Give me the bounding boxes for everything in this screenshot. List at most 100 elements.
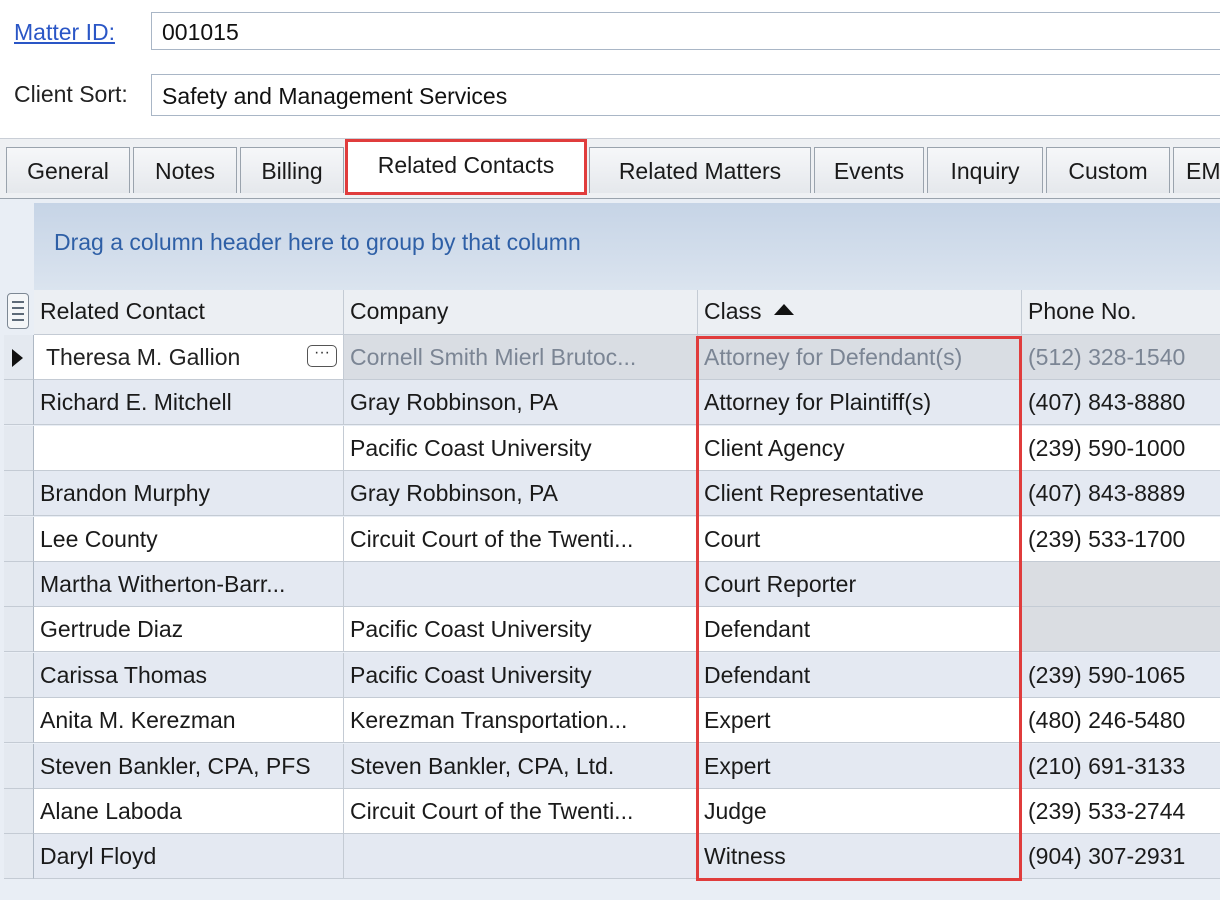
- cell-class[interactable]: Client Representative: [698, 471, 1022, 517]
- cell-phone[interactable]: (239) 590-1065: [1022, 652, 1220, 698]
- tab-billing[interactable]: Billing: [240, 147, 344, 193]
- cell-related-contact[interactable]: Alane Laboda: [34, 789, 344, 834]
- row-indicator[interactable]: [4, 380, 34, 426]
- table-row[interactable]: Steven Bankler, CPA, PFS Steven Bankler, …: [0, 743, 1220, 789]
- table-row[interactable]: Pacific Coast University Client Agency (23…: [0, 425, 1220, 471]
- cell-related-contact[interactable]: Anita M. Kerezman: [34, 698, 344, 744]
- cell-company[interactable]: Gray Robbinson, PA: [344, 471, 698, 517]
- matter-id-link[interactable]: Matter ID:: [14, 12, 115, 56]
- group-by-area[interactable]: Drag a column header here to group by th…: [34, 203, 1220, 291]
- table-row[interactable]: Gertrude Diaz Pacific Coast University Def…: [0, 607, 1220, 653]
- table-row[interactable]: Richard E. Mitchell Gray Robbinson, PA Att…: [0, 380, 1220, 426]
- cell-company[interactable]: Pacific Coast University: [344, 652, 698, 698]
- contacts-grid: Related Contact Company Class Phone No. …: [0, 290, 1220, 890]
- cell-class[interactable]: Client Agency: [698, 425, 1022, 471]
- col-header-class[interactable]: Class: [698, 290, 1022, 335]
- cell-related-contact[interactable]: Lee County: [34, 516, 344, 562]
- table-row[interactable]: Carissa Thomas Pacific Coast University De…: [0, 652, 1220, 698]
- cell-phone[interactable]: [1022, 562, 1220, 607]
- cell-related-contact-text: Daryl Floyd: [40, 843, 157, 870]
- tab-custom[interactable]: Custom: [1046, 147, 1170, 193]
- cell-related-contact-text: Carissa Thomas: [40, 661, 208, 688]
- cell-related-contact[interactable]: Steven Bankler, CPA, PFS: [34, 743, 344, 789]
- col-header-company[interactable]: Company: [344, 290, 698, 335]
- table-row[interactable]: Anita M. Kerezman Kerezman Transportation…: [0, 698, 1220, 744]
- cell-related-contact[interactable]: Brandon Murphy: [34, 471, 344, 517]
- cell-company-text: Pacific Coast University: [350, 434, 592, 461]
- cell-company-text: Gray Robbinson, PA: [350, 389, 558, 416]
- cell-company[interactable]: Cornell Smith Mierl Brutoc...: [344, 335, 698, 380]
- cell-company[interactable]: [344, 562, 698, 607]
- cell-phone[interactable]: [1022, 607, 1220, 653]
- row-indicator[interactable]: [4, 789, 34, 834]
- cell-company[interactable]: Gray Robbinson, PA: [344, 380, 698, 426]
- cell-phone[interactable]: (239) 533-1700: [1022, 516, 1220, 562]
- cell-related-contact[interactable]: Theresa M. Gallion ···: [34, 335, 344, 380]
- cell-company[interactable]: Circuit Court of the Twenti...: [344, 789, 698, 834]
- row-indicator[interactable]: [4, 425, 34, 471]
- table-row[interactable]: Alane Laboda Circuit Court of the Twenti.…: [0, 789, 1220, 834]
- row-indicator[interactable]: [4, 698, 34, 744]
- cell-phone[interactable]: (904) 307-2931: [1022, 834, 1220, 880]
- cell-company[interactable]: [344, 834, 698, 880]
- cell-related-contact[interactable]: Richard E. Mitchell: [34, 380, 344, 426]
- ellipsis-button[interactable]: ···: [307, 345, 337, 367]
- row-indicator[interactable]: [4, 516, 34, 562]
- tab-related-matters[interactable]: Related Matters: [589, 147, 811, 193]
- cell-phone[interactable]: (210) 691-3133: [1022, 743, 1220, 789]
- cell-class[interactable]: Witness: [698, 834, 1022, 880]
- cell-company[interactable]: Kerezman Transportation...: [344, 698, 698, 744]
- row-indicator[interactable]: [4, 743, 34, 789]
- cell-related-contact[interactable]: [34, 425, 344, 471]
- row-indicator[interactable]: [4, 652, 34, 698]
- tab-notes[interactable]: Notes: [133, 147, 237, 193]
- cell-company[interactable]: Pacific Coast University: [344, 425, 698, 471]
- cell-class[interactable]: Judge: [698, 789, 1022, 834]
- cell-phone-text: (239) 533-2744: [1028, 798, 1186, 824]
- selected-row-indicator-icon: [12, 349, 23, 367]
- table-row[interactable]: Lee County Circuit Court of the Twenti...…: [0, 516, 1220, 562]
- cell-phone[interactable]: (239) 533-2744: [1022, 789, 1220, 834]
- table-row[interactable]: Theresa M. Gallion ··· Cornell Smith Mierl…: [0, 335, 1220, 380]
- cell-related-contact[interactable]: Carissa Thomas: [34, 652, 344, 698]
- cell-company-text: Cornell Smith Mierl Brutoc...: [350, 344, 637, 370]
- cell-related-contact[interactable]: Daryl Floyd: [34, 834, 344, 880]
- cell-class[interactable]: Expert: [698, 743, 1022, 789]
- tab-em[interactable]: EM: [1173, 147, 1220, 193]
- cell-class[interactable]: Court Reporter: [698, 562, 1022, 607]
- cell-class[interactable]: Attorney for Defendant(s): [698, 335, 1022, 380]
- row-indicator[interactable]: [4, 562, 34, 607]
- cell-related-contact[interactable]: Gertrude Diaz: [34, 607, 344, 653]
- cell-phone[interactable]: (239) 590-1000: [1022, 425, 1220, 471]
- matter-id-input[interactable]: 001015: [151, 12, 1220, 50]
- cell-class[interactable]: Expert: [698, 698, 1022, 744]
- cell-class[interactable]: Defendant: [698, 607, 1022, 653]
- cell-phone[interactable]: (407) 843-8880: [1022, 380, 1220, 426]
- cell-phone[interactable]: (480) 246-5480: [1022, 698, 1220, 744]
- cell-company[interactable]: Steven Bankler, CPA, Ltd.: [344, 743, 698, 789]
- cell-class[interactable]: Defendant: [698, 652, 1022, 698]
- table-row[interactable]: Martha Witherton-Barr... Court Reporter: [0, 562, 1220, 607]
- cell-class[interactable]: Attorney for Plaintiff(s): [698, 380, 1022, 426]
- table-row[interactable]: Daryl Floyd Witness (904) 307-2931: [0, 834, 1220, 880]
- row-indicator[interactable]: [4, 834, 34, 880]
- cell-company[interactable]: Circuit Court of the Twenti...: [344, 516, 698, 562]
- tab-related-contacts[interactable]: Related Contacts: [345, 139, 587, 195]
- cell-class-text: Defendant: [704, 616, 811, 643]
- row-indicator[interactable]: [4, 607, 34, 653]
- col-header-phone[interactable]: Phone No.: [1022, 290, 1220, 335]
- cell-class[interactable]: Court: [698, 516, 1022, 562]
- cell-class-text: Attorney for Plaintiff(s): [704, 389, 932, 416]
- tab-events[interactable]: Events: [814, 147, 924, 193]
- cell-related-contact[interactable]: Martha Witherton-Barr...: [34, 562, 344, 607]
- tab-general[interactable]: General: [6, 147, 130, 193]
- tab-inquiry[interactable]: Inquiry: [927, 147, 1043, 193]
- cell-phone[interactable]: (512) 328-1540: [1022, 335, 1220, 380]
- cell-phone[interactable]: (407) 843-8889: [1022, 471, 1220, 517]
- client-sort-input[interactable]: Safety and Management Services: [151, 74, 1220, 116]
- table-row[interactable]: Brandon Murphy Gray Robbinson, PA Client R…: [0, 471, 1220, 517]
- cell-company-text: Steven Bankler, CPA, Ltd.: [350, 752, 615, 779]
- row-indicator[interactable]: [4, 471, 34, 517]
- cell-company[interactable]: Pacific Coast University: [344, 607, 698, 653]
- col-header-related-contact[interactable]: Related Contact: [34, 290, 344, 335]
